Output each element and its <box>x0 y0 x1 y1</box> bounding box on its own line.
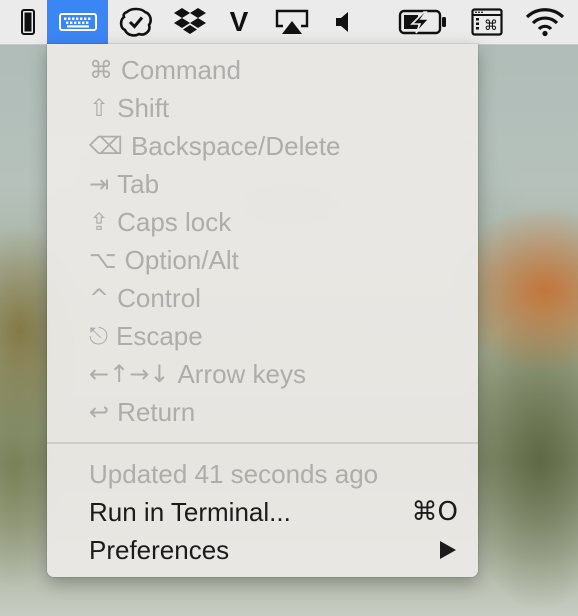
phone-icon[interactable] <box>14 0 42 44</box>
volume-icon[interactable] <box>330 0 356 44</box>
menu-item-backspace[interactable]: ⌫ Backspace/Delete <box>89 127 341 165</box>
keyboard-command-viewer-icon[interactable]: ⌘ <box>468 0 506 44</box>
menu-item-label: Option/Alt <box>124 244 239 275</box>
caps-lock-icon: ⇪ <box>89 208 110 236</box>
airplay-icon[interactable] <box>270 0 314 44</box>
vivaldi-icon[interactable]: V <box>224 0 254 44</box>
menu-item-label: Escape <box>115 320 203 351</box>
svg-text:⌘: ⌘ <box>484 18 498 34</box>
menu-item-caps-lock[interactable]: ⇪ Caps lock <box>89 203 231 241</box>
menu-item-arrow-keys[interactable]: ←↑→↓ Arrow keys <box>89 355 306 393</box>
menu-item-label: Caps lock <box>117 206 232 237</box>
tab-icon: ⇥ <box>89 170 110 198</box>
option-icon: ⌥ <box>89 246 117 274</box>
menu-item-tab[interactable]: ⇥ Tab <box>89 165 159 203</box>
menu-item-return[interactable]: ↩ Return <box>89 393 195 431</box>
menu-item-control[interactable]: ^ Control <box>89 279 201 317</box>
control-icon: ^ <box>89 284 110 312</box>
vivaldi-letter: V <box>229 6 249 37</box>
keyboard-icon[interactable] <box>47 0 108 44</box>
backspace-icon: ⌫ <box>89 132 123 160</box>
preferences-label: Preferences <box>89 534 230 565</box>
menu-item-label: Backspace/Delete <box>130 130 341 161</box>
run-in-terminal-shortcut: ⌘O <box>411 497 458 527</box>
menu-item-label: Return <box>117 396 196 427</box>
escape-icon: ⎋ <box>89 322 108 350</box>
menu-item-label: Arrow keys <box>177 358 307 389</box>
menu-item-label: Shift <box>117 92 170 123</box>
preferences-item[interactable]: Preferences <box>89 531 458 569</box>
run-in-terminal-item[interactable]: Run in Terminal... ⌘O <box>89 493 458 531</box>
submenu-arrow-icon <box>440 541 456 559</box>
command-icon: ⌘ <box>89 56 113 84</box>
keyboard-symbols-menu: ⌘ Command ⇧ Shift ⌫ Backspace/Delete ⇥ T… <box>47 44 478 577</box>
menu-item-command[interactable]: ⌘ Command <box>89 51 241 89</box>
shift-icon: ⇧ <box>89 94 110 122</box>
run-in-terminal-label: Run in Terminal... <box>89 496 291 527</box>
menu-item-label: Control <box>117 282 201 313</box>
menu-bar: V ⌘ <box>0 0 578 45</box>
menu-separator <box>47 442 478 444</box>
dropbox-icon[interactable] <box>170 0 210 44</box>
arrow-keys-icon: ←↑→↓ <box>89 360 170 388</box>
wifi-icon[interactable] <box>522 0 568 44</box>
checkmark-cloud-icon[interactable] <box>117 0 155 44</box>
menu-item-option[interactable]: ⌥ Option/Alt <box>89 241 239 279</box>
return-icon: ↩ <box>89 398 110 426</box>
menu-item-label: Command <box>121 54 241 85</box>
menu-item-shift[interactable]: ⇧ Shift <box>89 89 169 127</box>
battery-charging-icon[interactable] <box>396 0 450 44</box>
updated-status-text: Updated 41 seconds ago <box>89 458 379 489</box>
menu-item-label: Tab <box>117 168 160 199</box>
menu-item-escape[interactable]: ⎋ Escape <box>89 317 203 355</box>
